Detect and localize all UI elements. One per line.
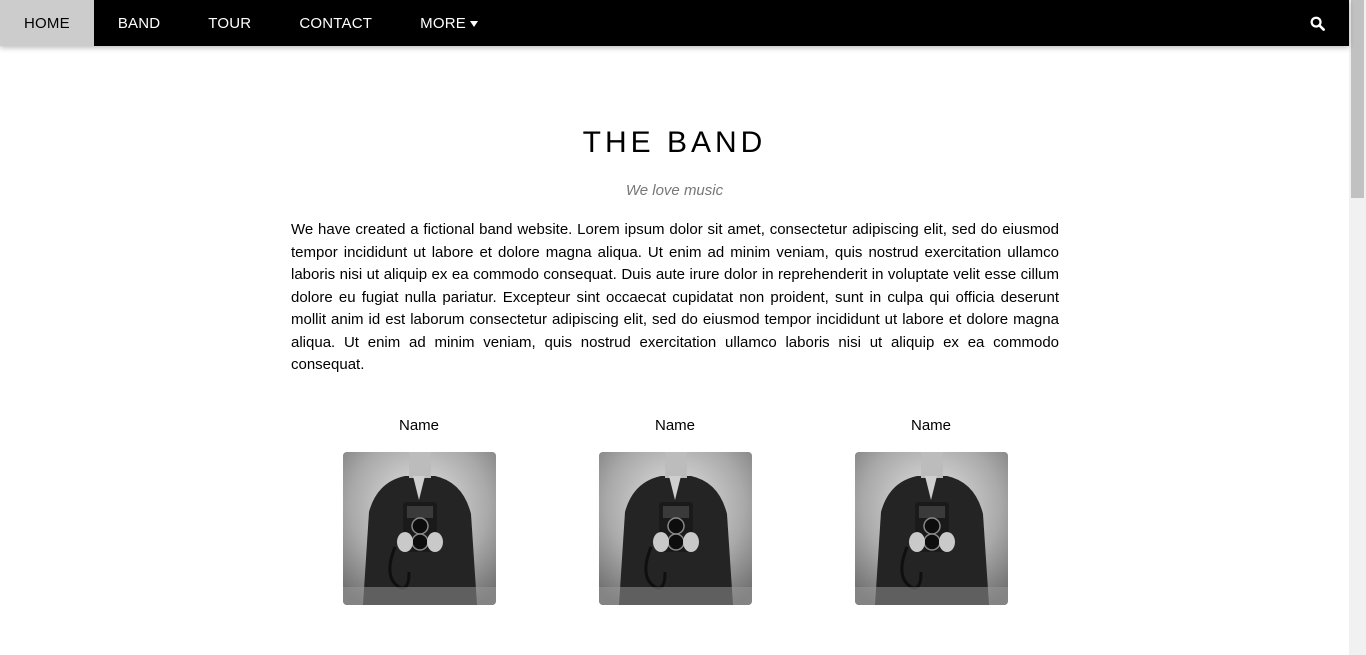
band-member-card: Name (803, 416, 1059, 605)
member-photo (854, 452, 1008, 605)
nav-tour-label: TOUR (208, 14, 252, 32)
band-subtitle: We love music (625, 182, 724, 199)
band-section: THE BAND We love music We have created a… (0, 46, 1349, 655)
search-icon (1310, 16, 1325, 31)
member-name: Name (910, 417, 951, 434)
vertical-scrollbar[interactable] (1349, 0, 1366, 655)
nav-band-label: BAND (117, 14, 161, 32)
member-photo (342, 452, 496, 605)
band-title: THE BAND (582, 126, 767, 159)
member-photo-image (854, 452, 1008, 605)
nav-home-label: HOME (24, 14, 70, 32)
nav-more-label: MORE (420, 14, 466, 32)
nav-band[interactable]: BAND (94, 0, 184, 46)
nav-contact-label: CONTACT (299, 14, 373, 32)
member-photo-image (342, 452, 496, 605)
band-member-card: Name (547, 416, 803, 605)
top-navigation: HOME BAND TOUR CONTACT MORE (0, 0, 1349, 46)
member-name: Name (398, 417, 439, 434)
member-photo (598, 452, 752, 605)
scrollbar-thumb[interactable] (1351, 0, 1364, 198)
search-button[interactable] (1307, 0, 1327, 46)
nav-more-dropdown[interactable]: MORE (396, 0, 502, 46)
caret-down-icon (469, 20, 478, 27)
band-description: We have created a fictional band website… (291, 221, 1059, 373)
member-photo-image (598, 452, 752, 605)
nav-tour[interactable]: TOUR (184, 0, 275, 46)
member-name: Name (654, 417, 695, 434)
band-member-card: Name (291, 416, 547, 605)
nav-contact[interactable]: CONTACT (275, 0, 396, 46)
nav-home[interactable]: HOME (0, 0, 94, 46)
